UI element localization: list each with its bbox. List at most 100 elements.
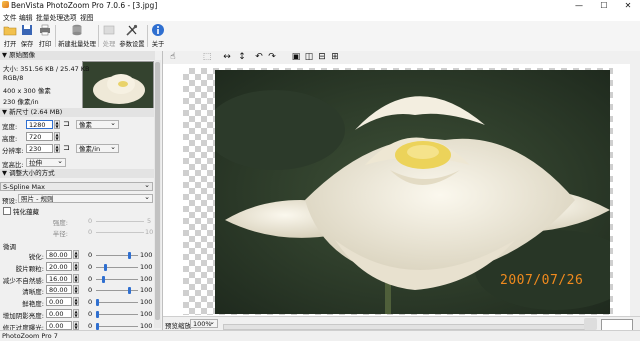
slider-min: 0 [88, 310, 93, 318]
slider-value-input[interactable]: 80.00 [46, 250, 72, 259]
toolbar-separator [98, 25, 99, 47]
slider-thumb[interactable] [128, 252, 131, 259]
antialias-checkbox[interactable] [3, 207, 11, 215]
slider-stepper[interactable]: ▲ ▼ [73, 320, 79, 330]
slider-track[interactable] [96, 302, 138, 304]
preset-select[interactable]: 照片 - 规则 [18, 193, 153, 203]
process-button[interactable]: 处理 [101, 23, 117, 50]
slider-min: 0 [88, 286, 93, 295]
slider-value-input[interactable]: 0.00 [46, 309, 72, 318]
save-icon [22, 25, 32, 35]
slider-thumb[interactable] [128, 287, 131, 295]
zoom-label: 预览缩放: [165, 322, 194, 330]
slider-track[interactable] [96, 325, 138, 327]
aspect-select[interactable]: 拉伸 [26, 157, 66, 167]
width-unit-select[interactable]: 像素 [76, 119, 119, 129]
rotate-left-icon[interactable]: ↶ [253, 52, 265, 63]
fit-width-icon[interactable]: ↔ [221, 52, 233, 63]
split-vertical-icon[interactable]: ◫ [303, 52, 315, 63]
method-select[interactable]: S-Spline Max [0, 181, 153, 191]
settings-button[interactable]: 参数设置 [119, 23, 145, 50]
height-label: 高度: [2, 135, 18, 143]
slider-label: 减少不自然感: [2, 276, 44, 285]
slider-thumb[interactable] [104, 263, 107, 271]
resolution-stepper[interactable]: ▲ ▼ [54, 144, 60, 153]
resize-method-header[interactable]: ▼ 调整大小的方式 [0, 169, 155, 178]
slider-min: 0 [88, 321, 93, 330]
open-button[interactable]: 打开 [2, 23, 18, 50]
maximize-button[interactable]: ☐ [594, 0, 614, 11]
new-batch-label: 新建批量处理 [58, 41, 96, 48]
fit-height-icon[interactable]: ↕ [236, 52, 248, 63]
crop-tool-icon[interactable]: ⬚ [201, 52, 213, 63]
zoom-bar: 预览缩放: 100% [163, 316, 640, 331]
zoom-select[interactable]: 100% [190, 318, 218, 328]
view-toolbar: ☝ ⬚ ↔ ↕ ↶ ↷ ▣ ◫ ⊟ ⊞ [163, 51, 640, 64]
preview-scrollbar[interactable] [630, 64, 640, 316]
slider-thumb[interactable] [96, 311, 99, 318]
slider-stepper[interactable]: ▲ ▼ [73, 273, 79, 283]
panel-scrollbar-thumb[interactable] [155, 62, 160, 320]
slider-value-input[interactable]: 80.00 [46, 285, 72, 295]
slider-track[interactable] [96, 255, 138, 256]
width-stepper[interactable]: ▲ ▼ [54, 120, 60, 129]
slider-max: 100 [140, 251, 153, 259]
status-bar: PhotoZoom Pro 7 [0, 330, 640, 341]
strength-label: 强度: [52, 219, 68, 227]
strength-max: 5 [147, 217, 152, 225]
minimize-button[interactable]: — [569, 0, 589, 11]
slider-track[interactable] [96, 290, 138, 292]
resolution-unit-select[interactable]: 像素/in [76, 143, 119, 153]
slider-label: 鲜艳度: [22, 300, 44, 309]
slider-track[interactable] [96, 266, 138, 268]
menu-bar: 文件 编辑 批量处理 选项 视图 [0, 11, 640, 22]
slider-max: 100 [140, 321, 153, 330]
slider-value-input[interactable]: 0.00 [46, 297, 72, 307]
app-icon [2, 1, 9, 8]
height-input[interactable]: 720 [26, 132, 53, 141]
new-batch-button[interactable]: 新建批量处理 [58, 23, 96, 50]
slider-stepper[interactable]: ▲ ▼ [73, 297, 79, 307]
about-button[interactable]: 关于 [150, 23, 166, 50]
new-size-header[interactable]: ▼ 新尺寸 (2.64 MB) [0, 108, 155, 117]
print-label: 打印 [38, 41, 52, 48]
rotate-right-icon[interactable]: ↷ [266, 52, 278, 63]
avatar-icon [584, 318, 597, 330]
image-resolution: 230 像素/in [3, 98, 39, 106]
image-dimensions: 400 x 300 像素 [3, 87, 51, 95]
height-stepper[interactable]: ▲ ▼ [54, 132, 60, 141]
split-horizontal-icon[interactable]: ⊟ [316, 52, 328, 63]
radius-max: 10 [145, 228, 154, 236]
title-bar: BenVista PhotoZoom Pro 7.0.6 - [3.jpg] —… [0, 0, 640, 11]
toolbar-separator [147, 25, 148, 47]
strength-slider[interactable] [96, 221, 144, 222]
slider-stepper[interactable]: ▲ ▼ [73, 309, 79, 318]
slider-stepper[interactable]: ▲ ▼ [73, 285, 79, 295]
settings-label: 参数设置 [119, 41, 145, 48]
link-icon[interactable]: ⊐ [63, 119, 70, 128]
color-mode: RGB/8 [3, 74, 24, 82]
slider-track[interactable] [96, 314, 138, 315]
single-view-icon[interactable]: ▣ [290, 52, 302, 63]
width-label: 宽度: [2, 123, 18, 131]
slider-thumb[interactable] [96, 322, 99, 330]
resolution-input[interactable]: 230 [26, 144, 53, 153]
slider-value-input[interactable]: 20.00 [46, 261, 72, 271]
close-button[interactable]: ✕ [618, 0, 638, 11]
width-input[interactable]: 1280 [26, 120, 53, 129]
resize-method-title: 调整大小的方式 [9, 169, 55, 177]
original-image-header[interactable]: ▼ 原始图像 [0, 51, 155, 60]
quad-view-icon[interactable]: ⊞ [329, 52, 341, 63]
slider-stepper[interactable]: ▲ ▼ [73, 261, 79, 271]
hand-tool-icon[interactable]: ☝ [167, 52, 179, 63]
slider-value-input[interactable]: 16.00 [46, 273, 72, 283]
slider-thumb[interactable] [102, 275, 106, 283]
folder-icon [3, 26, 17, 36]
slider-thumb[interactable] [96, 299, 99, 307]
save-button[interactable]: 保存 [19, 23, 35, 50]
print-button[interactable]: 打印 [37, 23, 53, 50]
slider-value-input[interactable]: 0.00 [46, 320, 72, 330]
link-icon[interactable]: ⊐ [63, 143, 70, 152]
radius-slider[interactable] [96, 232, 144, 233]
slider-stepper[interactable]: ▲ ▼ [73, 250, 79, 259]
